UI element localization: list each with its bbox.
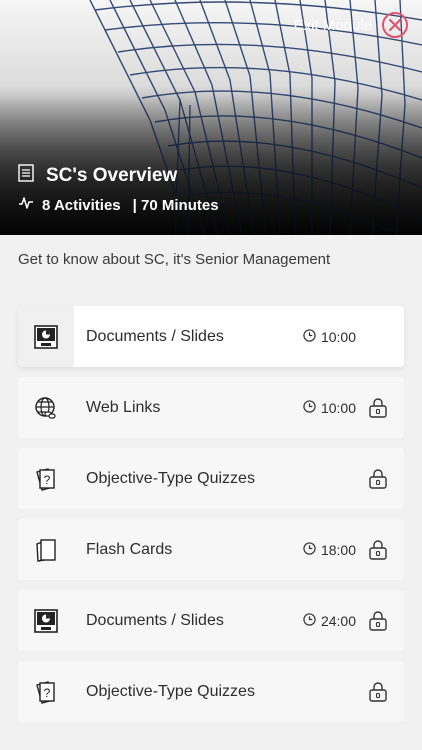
activity-label: Flash Cards [86,540,173,558]
module-duration: | 70 Minutes [132,196,219,214]
activity-label: Objective-Type Quizzes [86,682,255,700]
module-hero: Exit Module SC's Overview 8 Activities |… [0,0,422,235]
module-description: Get to know about SC, it's Senior Manage… [18,251,331,268]
quiz-question-icon: ? [18,661,74,722]
close-icon[interactable] [382,12,408,38]
exit-module-button[interactable]: Exit Module [294,12,408,38]
activity-card[interactable]: Documents / Slides 24:00 [18,590,404,651]
module-title: SC's Overview [46,164,178,186]
quiz-question-icon: ? [18,448,74,509]
activity-time: 18:00 [320,541,356,558]
clock-icon [303,612,316,629]
activity-count: 8 Activities [42,196,121,214]
clock-icon [303,541,316,558]
activity-time: 10:00 [320,328,356,345]
lock-icon [368,468,388,489]
pulse-icon [18,196,34,214]
lock-icon [368,681,388,702]
activity-card[interactable]: ? Objective-Type Quizzes [18,661,404,722]
activity-label: Documents / Slides [86,611,224,629]
module-document-icon [18,164,34,187]
globe-link-icon [18,377,74,438]
activity-label: Web Links [86,398,161,416]
activity-label: Documents / Slides [86,327,224,345]
activity-duration: 18:00 [303,542,356,558]
activity-card[interactable]: ? Objective-Type Quizzes [18,448,404,509]
clock-icon [303,399,316,416]
lock-icon [368,610,388,631]
activity-card[interactable]: Documents / Slides 10:00 [18,306,404,367]
exit-module-label: Exit Module [293,16,372,34]
activity-card[interactable]: Flash Cards 18:00 [18,519,404,580]
module-title-row: SC's Overview [18,164,177,187]
module-meta: 8 Activities | 70 Minutes [18,196,219,214]
activity-card[interactable]: Web Links 10:00 [18,377,404,438]
activity-time: 10:00 [320,399,356,416]
lock-icon [368,539,388,560]
activity-duration: 24:00 [303,613,356,629]
activity-label: Objective-Type Quizzes [86,469,255,487]
ppt-document-icon [18,306,74,367]
clock-icon [303,328,316,345]
activity-time: 24:00 [320,612,356,629]
activity-duration: 10:00 [303,329,356,345]
flash-cards-icon [18,519,74,580]
svg-text:?: ? [44,686,51,700]
svg-text:?: ? [44,473,51,487]
activity-duration: 10:00 [303,400,356,416]
ppt-document-icon [18,590,74,651]
lock-icon [368,397,388,418]
